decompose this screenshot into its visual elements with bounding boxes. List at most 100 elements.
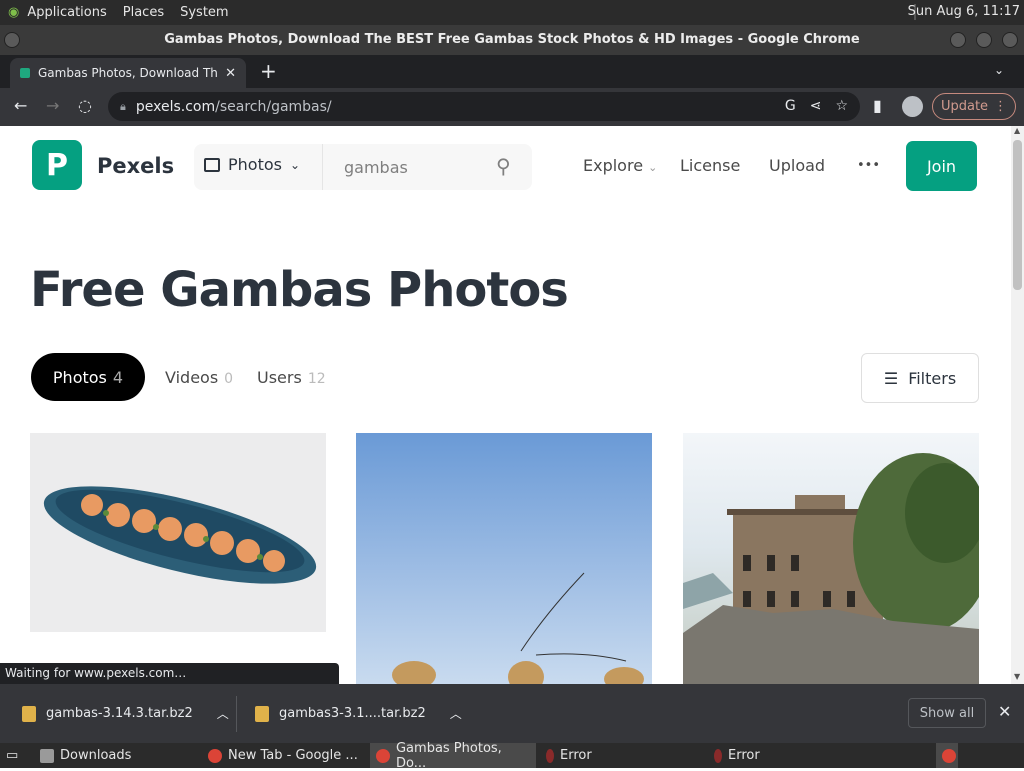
search-icon[interactable]: ⚲ <box>496 154 511 178</box>
wine-glass-icon <box>546 748 554 763</box>
show-desktop-icon[interactable]: ▭ <box>0 743 24 768</box>
tab-users[interactable]: Users 12 <box>257 368 326 387</box>
forward-arrow-icon[interactable]: → <box>46 96 59 115</box>
taskbar-item-new-tab[interactable]: New Tab - Google ... <box>202 743 358 768</box>
gambas-dish-image <box>43 486 317 584</box>
browser-toolbar: ← → ◌ 🔒︎ pexels.com /search/gambas/ G ⋖ … <box>0 88 1024 126</box>
image-icon <box>204 157 220 172</box>
media-type-label: Photos <box>228 155 282 174</box>
scroll-down-arrow-icon[interactable]: ▼ <box>1014 672 1020 681</box>
chrome-icon <box>942 748 956 763</box>
new-tab-plus-icon[interactable]: + <box>260 61 277 81</box>
filters-label: Filters <box>908 368 957 388</box>
nav-explore[interactable]: Explore ⌄ <box>583 156 657 175</box>
scroll-up-arrow-icon[interactable]: ▲ <box>1014 126 1020 135</box>
brand-name[interactable]: Pexels <box>97 154 174 178</box>
taskbar-item-label: Error <box>728 748 760 763</box>
window-titlebar[interactable]: Gambas Photos, Download The BEST Free Ga… <box>0 25 1024 55</box>
pexels-favicon-icon <box>20 68 30 78</box>
page-content: P Pexels Photos ⌄ gambas ⚲ Explore ⌄ Lic… <box>0 126 1024 684</box>
scroll-thumb[interactable] <box>1013 140 1022 290</box>
taskbar-item-error[interactable]: Error <box>540 743 592 768</box>
filters-button[interactable]: ☰ Filters <box>861 353 979 403</box>
download-separator <box>236 696 237 732</box>
tab-search-chevron-icon[interactable]: ⌄ <box>994 63 1004 77</box>
minimize-button[interactable] <box>950 32 966 48</box>
clock[interactable]: Sun Aug 6, 11:17 <box>908 4 1020 19</box>
nav-upload[interactable]: Upload <box>769 156 825 175</box>
chevron-down-icon: ⌄ <box>289 157 301 172</box>
tab-photos-label: Photos <box>52 367 107 387</box>
system-menu[interactable]: System <box>172 5 236 20</box>
share-icon[interactable]: ⋖ <box>810 98 822 114</box>
more-icon[interactable]: ••• <box>857 158 880 173</box>
pexels-logo[interactable]: P <box>32 140 82 190</box>
taskbar-item-label: Error <box>560 748 592 763</box>
tab-users-count: 12 <box>307 371 326 387</box>
status-bubble: Waiting for www.pexels.com… <box>0 663 339 684</box>
taskbar-item-gambas-photos[interactable]: Gambas Photos, Do... <box>370 740 536 771</box>
download-bar: gambas-3.14.3.tar.bz2 ︿ gambas3-3.1....t… <box>0 684 1024 743</box>
photo-sky-sculpture[interactable] <box>356 433 652 684</box>
address-bar[interactable]: 🔒︎ pexels.com /search/gambas/ G ⋖ ☆ <box>108 92 860 121</box>
filter-lines-icon: ☰ <box>883 368 899 388</box>
close-icon[interactable]: ✕ <box>998 702 1011 721</box>
gnome-foot-icon[interactable]: ◉ <box>0 5 27 20</box>
search-divider <box>322 144 323 190</box>
tab-photos[interactable]: Photos 4 <box>31 353 145 401</box>
side-panel-icon[interactable]: ▮ <box>873 96 882 115</box>
back-arrow-icon[interactable]: ← <box>14 96 27 115</box>
tab-users-label: Users <box>257 368 302 387</box>
workspace-switcher[interactable] <box>936 743 958 768</box>
loading-spinner-icon[interactable]: ◌ <box>78 96 92 115</box>
update-button[interactable]: Update ⋮ <box>932 93 1016 120</box>
taskbar: ▭ Downloads New Tab - Google ... Gambas … <box>0 740 1024 771</box>
tab-videos-label: Videos <box>165 368 219 387</box>
download-item[interactable]: gambas-3.14.3.tar.bz2 ︿ <box>22 684 229 743</box>
profile-avatar[interactable] <box>902 96 923 117</box>
top-panel: ◉ Applications Places System Sun Aug 6, … <box>0 0 1024 25</box>
nav-explore-label: Explore <box>583 156 644 175</box>
tab-videos[interactable]: Videos 0 <box>165 368 233 387</box>
search-input[interactable]: gambas <box>344 158 408 177</box>
chevron-up-icon[interactable]: ︿ <box>217 705 229 722</box>
chevron-down-icon: ⌄ <box>648 161 658 174</box>
tab-pexels[interactable]: Gambas Photos, Download Th ✕ <box>10 58 246 88</box>
show-all-button[interactable]: Show all <box>908 698 986 728</box>
bookmark-star-icon[interactable]: ☆ <box>835 98 848 114</box>
tab-photos-count: 4 <box>112 367 124 387</box>
window-title: Gambas Photos, Download The BEST Free Ga… <box>164 32 860 47</box>
taskbar-item-error[interactable]: Error <box>708 743 760 768</box>
applications-menu[interactable]: Applications <box>27 5 114 20</box>
media-type-select[interactable]: Photos ⌄ <box>204 155 300 174</box>
close-icon[interactable]: ✕ <box>225 66 236 81</box>
page-scrollbar[interactable]: ▲ ▼ <box>1011 126 1024 684</box>
kebab-menu-icon: ⋮ <box>994 99 1008 114</box>
download-filename: gambas3-3.1....tar.bz2 <box>279 706 426 721</box>
google-icon[interactable]: G <box>785 98 796 114</box>
taskbar-item-label: Gambas Photos, Do... <box>395 740 502 771</box>
photo-castle[interactable] <box>683 433 979 684</box>
maximize-button[interactable] <box>976 32 992 48</box>
tab-title: Gambas Photos, Download Th <box>38 66 218 80</box>
tab-videos-count: 0 <box>224 371 234 387</box>
taskbar-item-downloads[interactable]: Downloads <box>34 743 131 768</box>
chrome-icon <box>376 748 390 763</box>
join-button[interactable]: Join <box>906 141 977 191</box>
tab-strip: Gambas Photos, Download Th ✕ + ⌄ <box>0 55 1024 88</box>
photo-gambas-dish[interactable] <box>30 433 326 632</box>
close-window-button[interactable] <box>1002 32 1018 48</box>
folder-icon <box>40 748 54 763</box>
search-box: Photos ⌄ gambas ⚲ <box>194 144 532 190</box>
window-menu-button[interactable] <box>4 32 20 48</box>
castle-image <box>683 453 979 684</box>
nav-license[interactable]: License <box>680 156 740 175</box>
download-item[interactable]: gambas3-3.1....tar.bz2 ︿ <box>255 684 462 743</box>
taskbar-item-label: New Tab - Google ... <box>228 748 358 763</box>
chevron-up-icon[interactable]: ︿ <box>450 705 462 722</box>
places-menu[interactable]: Places <box>115 5 172 20</box>
archive-file-icon <box>255 705 269 722</box>
archive-file-icon <box>22 705 36 722</box>
lock-icon[interactable]: 🔒︎ <box>120 100 126 114</box>
page-title: Free Gambas Photos <box>30 262 569 318</box>
